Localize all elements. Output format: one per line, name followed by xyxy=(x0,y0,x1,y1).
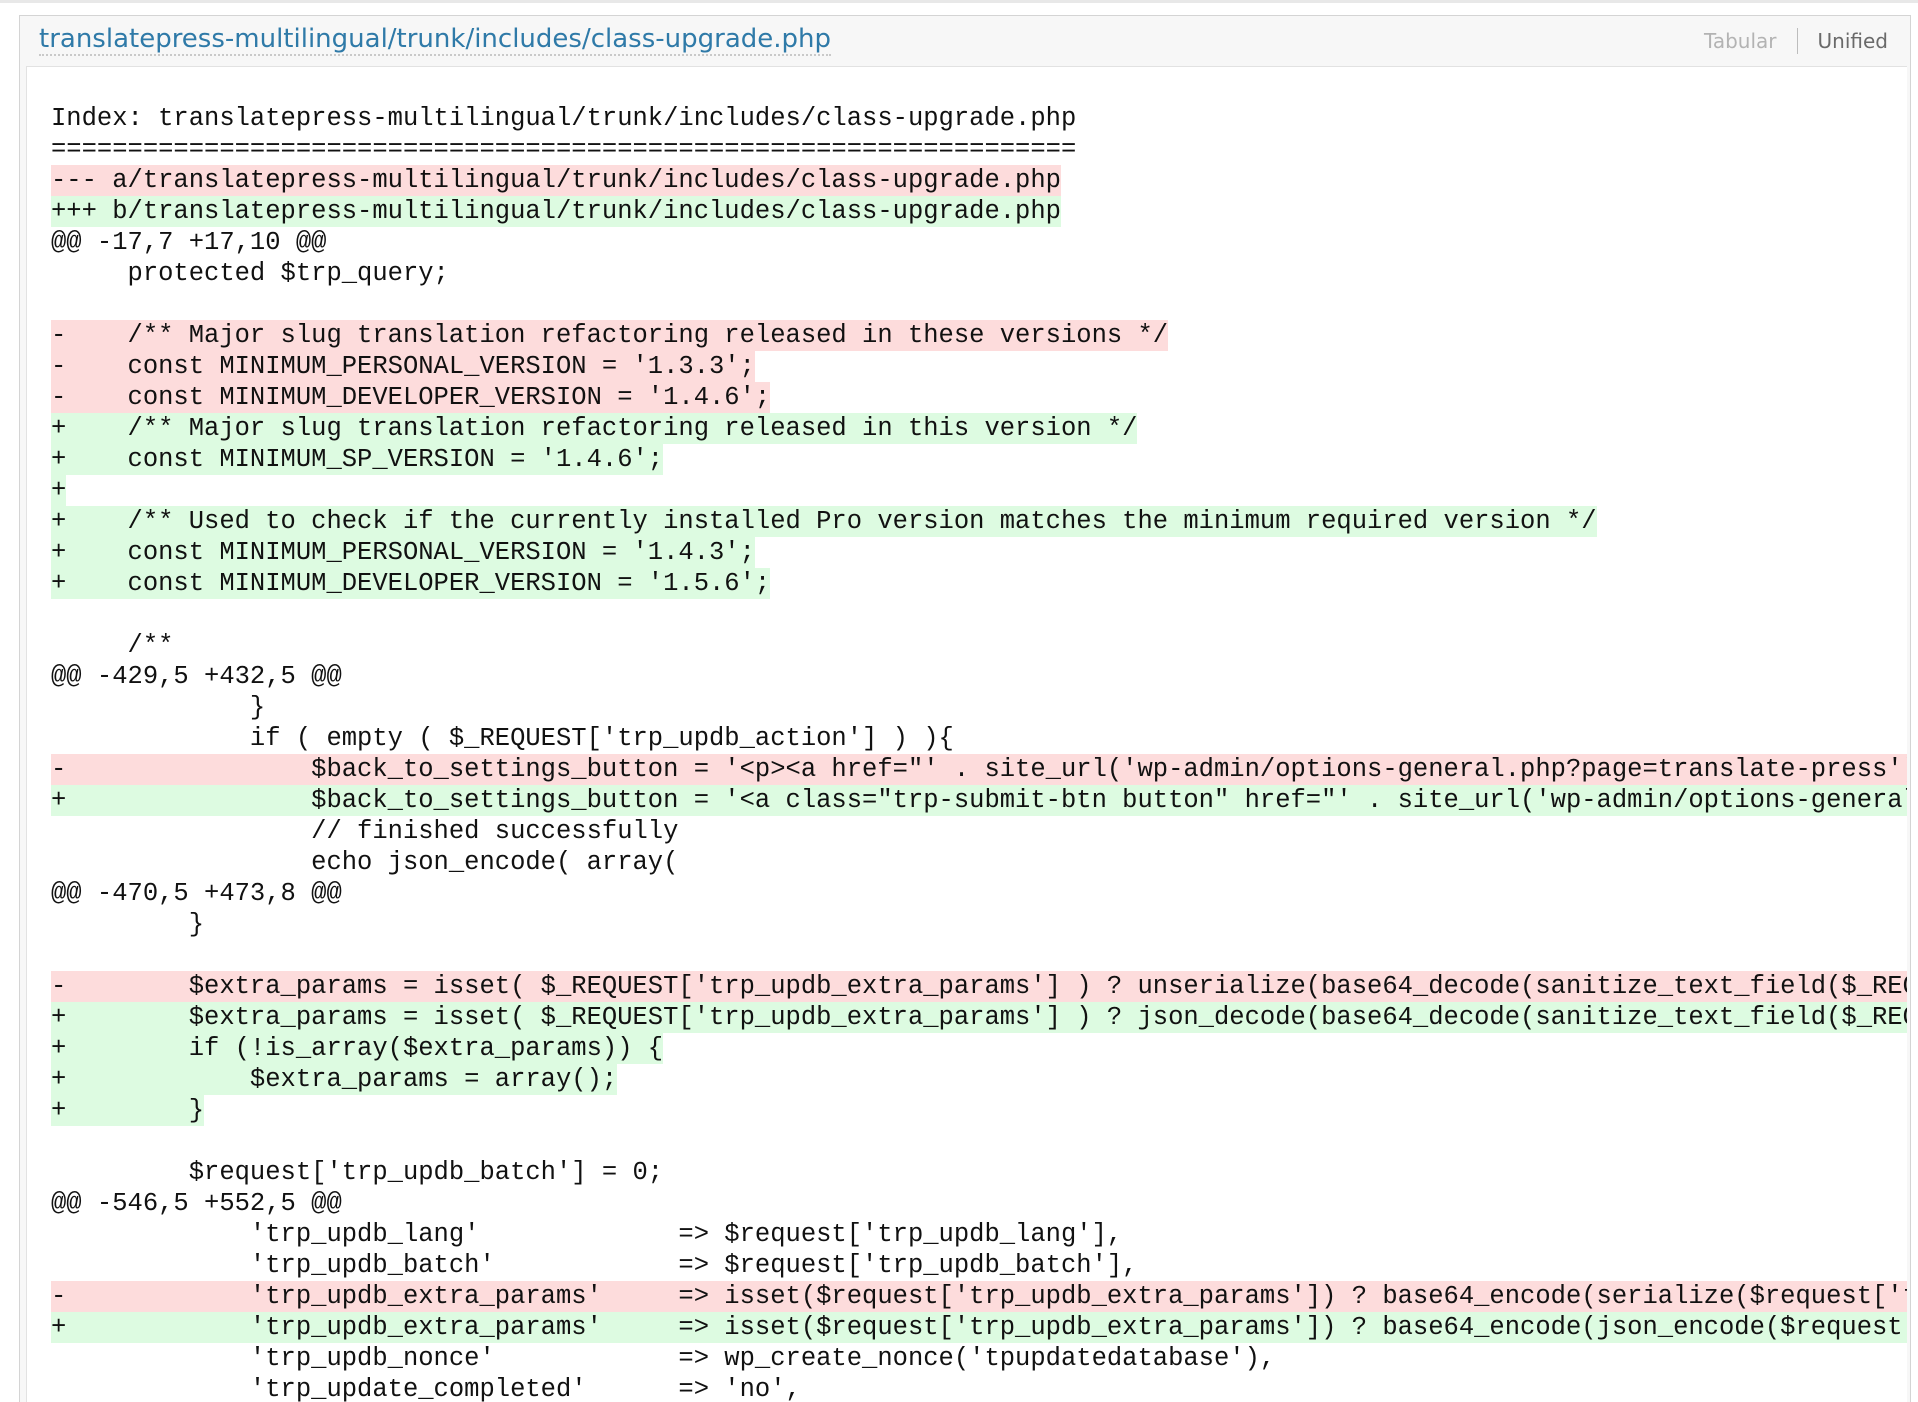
diff-line-text: } xyxy=(51,910,205,939)
deleted-line: - $back_to_settings_button = '<p><a href… xyxy=(51,754,1907,785)
context-line xyxy=(51,599,1907,630)
top-divider xyxy=(0,0,1918,3)
page: translatepress-multilingual/trunk/includ… xyxy=(0,0,1918,1402)
diff-line-text: - 'trp_updb_extra_params' => isset($requ… xyxy=(51,1281,1907,1312)
context-line xyxy=(51,289,1907,320)
diff-line-text xyxy=(51,940,66,971)
file-path-link[interactable]: translatepress-multilingual/trunk/includ… xyxy=(39,24,831,56)
diff-line-text: + $back_to_settings_button = '<a class="… xyxy=(51,785,1907,816)
deleted-line: - /** Major slug translation refactoring… xyxy=(51,320,1907,351)
added-line: +++ b/translatepress-multilingual/trunk/… xyxy=(51,196,1907,227)
hunk-header-line: @@ -17,7 +17,10 @@ xyxy=(51,227,1907,258)
diff-line-text: echo json_encode( array( xyxy=(51,848,679,877)
deleted-line: - const MINIMUM_DEVELOPER_VERSION = '1.4… xyxy=(51,382,1907,413)
context-line: 'trp_updb_batch' => $request['trp_updb_b… xyxy=(51,1250,1907,1281)
context-line: $request['trp_updb_batch'] = 0; xyxy=(51,1157,1907,1188)
diff-line-text: protected $trp_query; xyxy=(51,259,449,288)
diff-line-text: + const MINIMUM_DEVELOPER_VERSION = '1.5… xyxy=(51,568,771,599)
added-line: + $extra_params = isset( $_REQUEST['trp_… xyxy=(51,1002,1907,1033)
diff-header: translatepress-multilingual/trunk/includ… xyxy=(20,16,1910,62)
added-line: + /** Used to check if the currently ins… xyxy=(51,506,1907,537)
diff-line-text: @@ -470,5 +473,8 @@ xyxy=(51,879,342,908)
context-line: /** xyxy=(51,630,1907,661)
diff-line-text: + const MINIMUM_PERSONAL_VERSION = '1.4.… xyxy=(51,537,755,568)
diff-line-text: + xyxy=(51,475,67,506)
diff-line-text: Index: translatepress-multilingual/trunk… xyxy=(51,104,1077,133)
added-line: + $extra_params = array(); xyxy=(51,1064,1907,1095)
context-line: 'trp_updb_lang' => $request['trp_updb_la… xyxy=(51,1219,1907,1250)
diff-line-text: --- a/translatepress-multilingual/trunk/… xyxy=(51,165,1061,196)
added-line: + if (!is_array($extra_params)) { xyxy=(51,1033,1907,1064)
diff-line-text: - const MINIMUM_DEVELOPER_VERSION = '1.4… xyxy=(51,382,771,413)
diff-line-text xyxy=(51,1126,66,1157)
added-line: + 'trp_updb_extra_params' => isset($requ… xyxy=(51,1312,1907,1343)
diff-line-text: +++ b/translatepress-multilingual/trunk/… xyxy=(51,196,1061,227)
context-line: ========================================… xyxy=(51,134,1907,165)
diff-line-text: + } xyxy=(51,1095,205,1126)
diff-line-text: $request['trp_updb_batch'] = 0; xyxy=(51,1158,664,1187)
diff-line-text: 'trp_updb_batch' => $request['trp_updb_b… xyxy=(51,1251,1138,1280)
deleted-line: - 'trp_updb_extra_params' => isset($requ… xyxy=(51,1281,1907,1312)
added-line: + } xyxy=(51,1095,1907,1126)
diff-line-text: if ( empty ( $_REQUEST['trp_updb_action'… xyxy=(51,724,954,753)
added-line: + const MINIMUM_PERSONAL_VERSION = '1.4.… xyxy=(51,537,1907,568)
added-line: + $back_to_settings_button = '<a class="… xyxy=(51,785,1907,816)
deleted-line: - const MINIMUM_PERSONAL_VERSION = '1.3.… xyxy=(51,351,1907,382)
unified-view-button[interactable]: Unified xyxy=(1798,29,1888,53)
context-line xyxy=(51,1126,1907,1157)
diff-line-text: 'trp_updb_lang' => $request['trp_updb_la… xyxy=(51,1220,1123,1249)
hunk-header-line: @@ -429,5 +432,5 @@ xyxy=(51,661,1907,692)
context-line: if ( empty ( $_REQUEST['trp_updb_action'… xyxy=(51,723,1907,754)
deleted-line: --- a/translatepress-multilingual/trunk/… xyxy=(51,165,1907,196)
diff-line-text: + /** Major slug translation refactoring… xyxy=(51,413,1138,444)
diff-line-text: @@ -17,7 +17,10 @@ xyxy=(51,228,327,257)
diff-line-text: - $extra_params = isset( $_REQUEST['trp_… xyxy=(51,971,1907,1002)
diff-line-text: // finished successfully xyxy=(51,817,679,846)
context-line xyxy=(51,940,1907,971)
diff-line-text: @@ -546,5 +552,5 @@ xyxy=(51,1189,342,1218)
diff-line-text: + $extra_params = array(); xyxy=(51,1064,618,1095)
diff-line-text xyxy=(51,599,66,630)
added-line: + /** Major slug translation refactoring… xyxy=(51,413,1907,444)
diff-content[interactable]: Index: translatepress-multilingual/trunk… xyxy=(26,66,1907,1402)
hunk-header-line: @@ -470,5 +473,8 @@ xyxy=(51,878,1907,909)
diff-line-text: 'trp_update_completed' => 'no', xyxy=(51,1375,801,1402)
diff-line-text xyxy=(51,289,66,320)
context-line: Index: translatepress-multilingual/trunk… xyxy=(51,103,1907,134)
context-line: } xyxy=(51,909,1907,940)
diff-line-text: - /** Major slug translation refactoring… xyxy=(51,320,1169,351)
diff-line-text: + const MINIMUM_SP_VERSION = '1.4.6'; xyxy=(51,444,664,475)
diff-lines: Index: translatepress-multilingual/trunk… xyxy=(51,103,1907,1402)
diff-line-text: 'trp_updb_nonce' => wp_create_nonce('tpu… xyxy=(51,1344,1276,1373)
context-line: // finished successfully xyxy=(51,816,1907,847)
diff-line-text: - $back_to_settings_button = '<p><a href… xyxy=(51,754,1907,785)
diff-panel: translatepress-multilingual/trunk/includ… xyxy=(19,15,1911,1402)
diff-line-text: + $extra_params = isset( $_REQUEST['trp_… xyxy=(51,1002,1907,1033)
context-line: } xyxy=(51,692,1907,723)
deleted-line: - $extra_params = isset( $_REQUEST['trp_… xyxy=(51,971,1907,1002)
diff-line-text: ========================================… xyxy=(51,135,1077,164)
diff-line-text: - const MINIMUM_PERSONAL_VERSION = '1.3.… xyxy=(51,351,755,382)
added-line: + xyxy=(51,475,1907,506)
hunk-header-line: @@ -546,5 +552,5 @@ xyxy=(51,1188,1907,1219)
diff-line-text: + /** Used to check if the currently ins… xyxy=(51,506,1597,537)
diff-line-text: + 'trp_updb_extra_params' => isset($requ… xyxy=(51,1312,1907,1343)
context-line: 'trp_update_completed' => 'no', xyxy=(51,1374,1907,1402)
tabular-view-button[interactable]: Tabular xyxy=(1684,29,1797,53)
context-line: protected $trp_query; xyxy=(51,258,1907,289)
view-mode-toggle: Tabular Unified xyxy=(1684,28,1888,54)
context-line: 'trp_updb_nonce' => wp_create_nonce('tpu… xyxy=(51,1343,1907,1374)
diff-line-text: /** xyxy=(51,631,174,660)
context-line: echo json_encode( array( xyxy=(51,847,1907,878)
diff-line-text: } xyxy=(51,693,266,722)
diff-line-text: @@ -429,5 +432,5 @@ xyxy=(51,662,342,691)
added-line: + const MINIMUM_DEVELOPER_VERSION = '1.5… xyxy=(51,568,1907,599)
added-line: + const MINIMUM_SP_VERSION = '1.4.6'; xyxy=(51,444,1907,475)
diff-line-text: + if (!is_array($extra_params)) { xyxy=(51,1033,664,1064)
